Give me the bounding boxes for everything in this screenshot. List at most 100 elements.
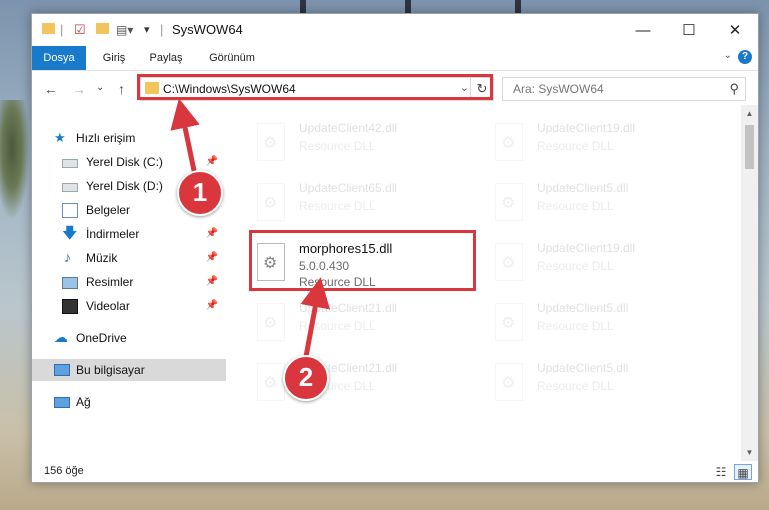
- tab-view[interactable]: Görünüm: [200, 46, 264, 70]
- dll-file-icon: ⚙: [257, 303, 285, 341]
- search-box[interactable]: Ara: SysWOW64 ⚲: [502, 77, 746, 101]
- file-name: UpdateClient19.dll: [537, 121, 636, 135]
- tab-home[interactable]: Giriş: [94, 46, 134, 70]
- file-tile[interactable]: ⚙ UpdateClient42.dll Resource DLL: [249, 117, 475, 173]
- sidebar-item-label: Resimler: [86, 275, 134, 289]
- sidebar-item-label: Videolar: [86, 299, 130, 313]
- pin-icon[interactable]: 📌: [206, 271, 218, 293]
- folder-icon: [42, 23, 55, 37]
- file-type: Resource DLL: [537, 259, 614, 273]
- file-tile[interactable]: ⚙ UpdateClient5.dll Resource DLL: [487, 177, 713, 233]
- file-type: Resource DLL: [537, 199, 614, 213]
- maximize-button[interactable]: ☐: [666, 14, 712, 46]
- dll-file-icon: ⚙: [257, 183, 285, 221]
- file-tile[interactable]: ⚙ UpdateClient21.dll Resource DLL: [249, 357, 475, 413]
- item-count: 156 öğe: [44, 465, 84, 477]
- pin-icon[interactable]: 📌: [206, 247, 218, 269]
- sidebar-item-videos[interactable]: Videolar 📌: [32, 295, 226, 317]
- scroll-down-icon[interactable]: ▼: [741, 444, 758, 461]
- properties-icon[interactable]: ☑: [74, 23, 86, 37]
- ribbon-tabs: Dosya Giriş Paylaş Görünüm ⌄ ?: [32, 46, 758, 71]
- file-type: Resource DLL: [537, 139, 614, 153]
- step-2-badge: 2: [283, 355, 329, 401]
- drive-icon: [62, 159, 78, 168]
- title-bar: | ☑ ▤▾ ▾ | SysWOW64 — ☐ ✕: [32, 14, 758, 46]
- dll-file-icon: ⚙: [495, 363, 523, 401]
- music-icon: ♪: [64, 249, 71, 265]
- forward-button[interactable]: →: [72, 81, 86, 97]
- file-type: Resource DLL: [299, 139, 376, 153]
- network-icon: [54, 397, 70, 408]
- dll-file-icon: ⚙: [257, 123, 285, 161]
- sidebar-item-label: Belgeler: [86, 203, 131, 217]
- sidebar-item-label: OneDrive: [76, 331, 127, 345]
- vertical-scrollbar[interactable]: ▲ ▼: [741, 105, 758, 461]
- qa-separator: |: [160, 22, 164, 37]
- file-tile[interactable]: ⚙ UpdateClient21.dll Resource DLL: [249, 297, 475, 353]
- back-button[interactable]: ←: [44, 81, 58, 97]
- sidebar-item-onedrive[interactable]: ☁ OneDrive: [32, 327, 226, 349]
- file-tile[interactable]: ⚙ UpdateClient65.dll Resource DLL: [249, 177, 475, 233]
- scroll-thumb[interactable]: [745, 125, 754, 169]
- ribbon-expand-icon[interactable]: ⌄: [724, 50, 732, 61]
- file-name: UpdateClient21.dll: [299, 301, 398, 315]
- dll-file-icon: ⚙: [495, 303, 523, 341]
- file-tile[interactable]: ⚙ UpdateClient5.dll Resource DLL: [487, 297, 713, 353]
- file-type: Resource DLL: [299, 319, 376, 333]
- dll-file-icon: ⚙: [495, 243, 523, 281]
- pin-icon[interactable]: 📌: [206, 295, 218, 317]
- sidebar-item-label: Bu bilgisayar: [76, 363, 145, 377]
- tab-share[interactable]: Paylaş: [144, 46, 188, 70]
- details-view-icon[interactable]: ☷: [712, 464, 730, 480]
- file-name: UpdateClient5.dll: [537, 301, 629, 315]
- pin-icon[interactable]: 📌: [206, 223, 218, 245]
- file-name: UpdateClient65.dll: [299, 181, 398, 195]
- documents-icon: [62, 203, 78, 218]
- search-placeholder: Ara: SysWOW64: [513, 82, 604, 96]
- pin-icon[interactable]: 📌: [206, 151, 218, 173]
- sidebar-item-label: Yerel Disk (C:): [86, 155, 163, 169]
- dll-file-icon: ⚙: [495, 123, 523, 161]
- file-tile[interactable]: ⚙ UpdateClient19.dll Resource DLL: [487, 237, 713, 293]
- sidebar-item-quick-access[interactable]: ★ Hızlı erişim: [32, 127, 226, 149]
- tiles-view-icon[interactable]: ▦: [734, 464, 752, 480]
- file-type: Resource DLL: [299, 199, 376, 213]
- file-highlight-box: [249, 230, 476, 291]
- file-type: Resource DLL: [537, 319, 614, 333]
- sidebar-item-pictures[interactable]: Resimler 📌: [32, 271, 226, 293]
- download-icon: 🡇: [62, 225, 78, 242]
- search-icon[interactable]: ⚲: [729, 81, 739, 97]
- up-button[interactable]: ↑: [118, 81, 125, 97]
- videos-icon: [62, 299, 78, 314]
- computer-icon: [54, 364, 70, 376]
- scroll-up-icon[interactable]: ▲: [741, 105, 758, 122]
- sidebar-item-label: İndirmeler: [86, 227, 140, 241]
- file-tile[interactable]: ⚙ UpdateClient5.dll Resource DLL: [487, 357, 713, 413]
- sidebar-item-label: Müzik: [86, 251, 118, 265]
- status-bar: 156 öğe ☷ ▦: [32, 461, 758, 483]
- drive-icon: [62, 183, 78, 192]
- window-title: SysWOW64: [172, 22, 243, 37]
- sidebar-item-network[interactable]: Ağ: [32, 391, 226, 413]
- sidebar-item-this-pc[interactable]: Bu bilgisayar: [32, 359, 226, 381]
- file-tile[interactable]: ⚙ UpdateClient19.dll Resource DLL: [487, 117, 713, 173]
- qa-dropdown-icon[interactable]: ▾: [144, 23, 150, 37]
- sidebar-item-label: Hızlı erişim: [76, 131, 136, 145]
- dll-file-icon: ⚙: [257, 363, 285, 401]
- minimize-button[interactable]: —: [620, 14, 666, 46]
- sidebar-item-music[interactable]: ♪ Müzik 📌: [32, 247, 226, 269]
- dll-file-icon: ⚙: [495, 183, 523, 221]
- recent-locations-button[interactable]: ⌄: [96, 82, 104, 93]
- customize-qa-icon[interactable]: ▤▾: [116, 23, 133, 37]
- file-name: UpdateClient5.dll: [537, 181, 629, 195]
- step-1-badge: 1: [177, 170, 223, 216]
- new-folder-icon[interactable]: [96, 23, 109, 37]
- close-button[interactable]: ✕: [712, 14, 758, 46]
- sidebar-item-downloads[interactable]: 🡇 İndirmeler 📌: [32, 223, 226, 245]
- tab-file[interactable]: Dosya: [32, 46, 86, 70]
- file-type: Resource DLL: [537, 379, 614, 393]
- star-icon: ★: [54, 130, 66, 145]
- file-name: UpdateClient42.dll: [299, 121, 398, 135]
- help-icon[interactable]: ?: [738, 50, 752, 64]
- file-name: UpdateClient5.dll: [537, 361, 629, 375]
